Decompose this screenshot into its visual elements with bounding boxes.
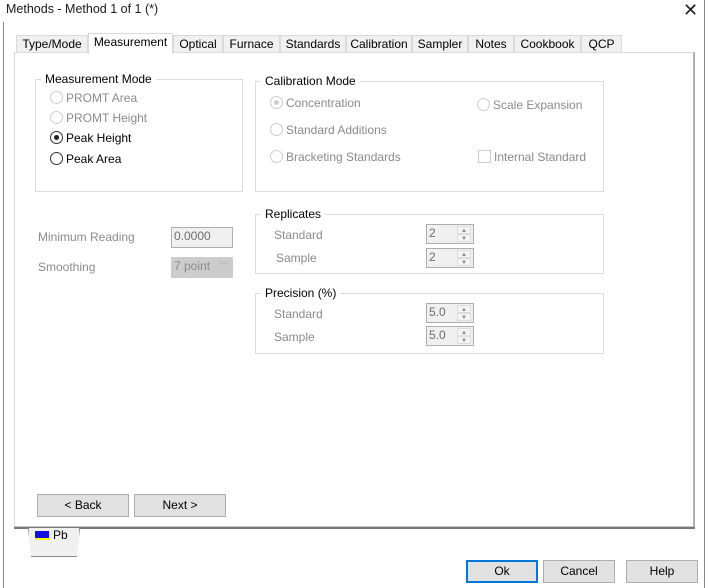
tab-measurement[interactable]: Measurement [88,33,173,54]
smoothing-select[interactable]: 7 point ﹀ [171,257,233,278]
smoothing-label: Smoothing [38,260,96,274]
window-title: Methods - Method 1 of 1 (*) [6,2,159,16]
spin-up-icon[interactable]: ▲ [457,250,471,258]
precision-standard-spinner[interactable]: 5.0 ▲ ▼ [426,303,474,323]
promt-height-radio[interactable] [50,111,63,124]
bracketing-standards-radio[interactable] [270,150,283,163]
precision-sample-value: 5.0 [429,328,446,342]
peak-height-label: Peak Height [66,131,132,145]
cancel-button[interactable]: Cancel [543,560,615,583]
tab-type-mode[interactable]: Type/Mode [16,35,88,53]
spin-up-icon[interactable]: ▲ [457,328,471,336]
spin-up-icon[interactable]: ▲ [457,305,471,313]
precision-title: Precision (%) [261,286,341,300]
tab-notes[interactable]: Notes [468,35,514,53]
spin-up-icon[interactable]: ▲ [457,226,471,234]
peak-area-radio[interactable] [50,152,63,165]
spin-down-icon[interactable]: ▼ [457,336,471,344]
close-icon[interactable]: ✕ [683,0,698,21]
replicates-standard-value: 2 [429,226,436,240]
replicates-title: Replicates [261,207,326,221]
tab-cookbook[interactable]: Cookbook [514,35,581,53]
peak-height-radio[interactable] [50,131,63,144]
measurement-mode-title: Measurement Mode [41,72,156,86]
promt-area-radio[interactable] [50,91,63,104]
peak-area-label: Peak Area [66,152,122,166]
concentration-radio[interactable] [270,96,283,109]
window-border-right [704,0,705,588]
minimum-reading-label: Minimum Reading [38,230,135,244]
replicates-sample-spinner[interactable]: 2 ▲ ▼ [426,248,474,268]
chevron-down-icon: ﹀ [218,261,228,271]
bracketing-standards-label: Bracketing Standards [286,150,401,164]
tab-calibration[interactable]: Calibration [346,35,412,53]
tab-sampler[interactable]: Sampler [412,35,468,53]
precision-standard-value: 5.0 [429,305,446,319]
replicates-sample-label: Sample [276,251,317,265]
replicates-standard-label: Standard [274,228,323,242]
element-tab-strip [14,527,695,529]
replicates-sample-value: 2 [429,250,436,264]
spin-down-icon[interactable]: ▼ [457,258,471,266]
concentration-label: Concentration [286,96,361,110]
internal-standard-checkbox[interactable] [478,150,491,163]
tab-qcp[interactable]: QCP [581,35,622,53]
precision-sample-label: Sample [274,330,315,344]
tab-standards[interactable]: Standards [280,35,346,53]
next-button[interactable]: Next > [134,494,226,517]
spin-down-icon[interactable]: ▼ [457,313,471,321]
precision-standard-label: Standard [274,307,323,321]
promt-height-label: PROMT Height [66,111,148,125]
standard-additions-label: Standard Additions [286,123,387,137]
ok-button[interactable]: Ok [466,560,538,583]
promt-area-label: PROMT Area [66,91,138,105]
minimum-reading-input[interactable]: 0.0000 [171,227,233,248]
tab-optical[interactable]: Optical [173,35,223,53]
standard-additions-radio[interactable] [270,123,283,136]
window-border-left [3,22,4,588]
element-icon [35,531,49,540]
tab-furnace[interactable]: Furnace [223,35,280,53]
calibration-mode-title: Calibration Mode [261,74,360,88]
help-button[interactable]: Help [626,560,698,583]
replicates-standard-spinner[interactable]: 2 ▲ ▼ [426,224,474,244]
scale-expansion-label: Scale Expansion [493,98,583,112]
back-button[interactable]: < Back [37,494,129,517]
element-tab-label: Pb [53,528,68,542]
precision-sample-spinner[interactable]: 5.0 ▲ ▼ [426,326,474,346]
scale-expansion-radio[interactable] [477,98,490,111]
spin-down-icon[interactable]: ▼ [457,234,471,242]
internal-standard-label: Internal Standard [494,150,587,164]
smoothing-value: 7 point [174,259,211,273]
